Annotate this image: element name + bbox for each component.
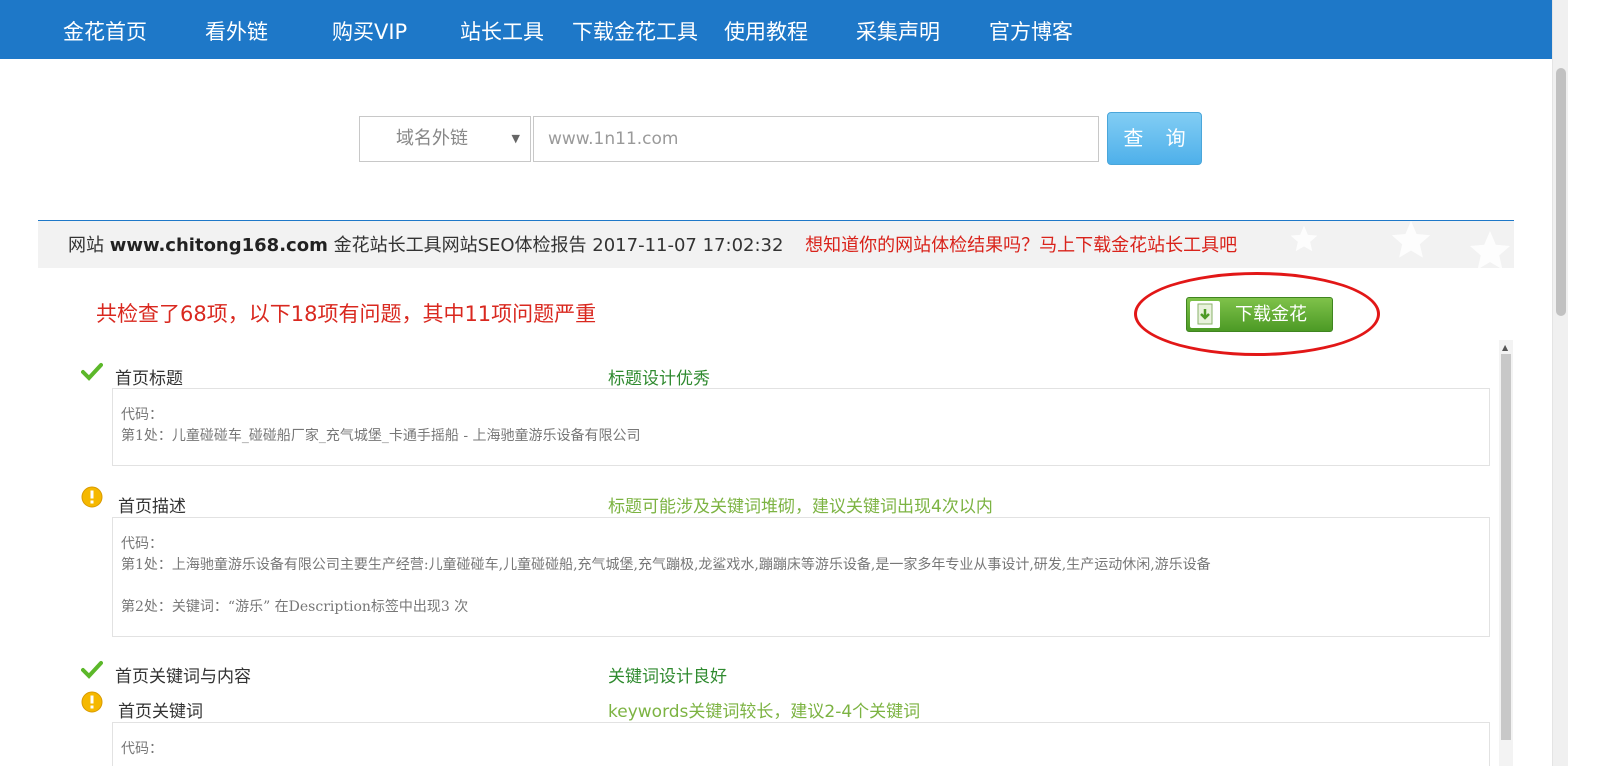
star-decoration-icon (1290, 225, 1318, 252)
item-result: 标题可能涉及关键词堆砌，建议关键词出现4次以内 (608, 497, 993, 517)
page-scrollbar-thumb[interactable] (1556, 68, 1566, 316)
report-prefix: 网站 (68, 235, 104, 256)
report-title-text: 金花站长工具网站SEO体检报告 2017-11-07 17:02:32 (333, 235, 784, 256)
code-line: 代码： (121, 741, 163, 757)
report-domain: www.chitong168.com (109, 235, 328, 256)
warning-icon (81, 486, 103, 508)
nav-item-buy-vip[interactable]: 购买VIP (332, 0, 407, 59)
nav-item-download-tool[interactable]: 下载金花工具 (572, 0, 698, 59)
scroll-up-arrow-icon[interactable]: ▲ (1502, 343, 1508, 352)
nav-item-collection-statement[interactable]: 采集声明 (856, 0, 940, 59)
item-result: keywords关键词较长，建议2-4个关键词 (608, 702, 921, 722)
report-list-scrollbar-thumb[interactable] (1501, 354, 1511, 740)
download-promo-link[interactable]: 想知道你的网站体检结果吗？马上下载金花站长工具吧 (805, 235, 1237, 256)
checkmark-icon (81, 363, 103, 381)
code-line: 第1处：儿童碰碰车_碰碰船厂家_充气城堡_卡通手摇船 - 上海驰童游乐设备有限公… (121, 428, 641, 444)
code-line: 第1处：上海驰童游乐设备有限公司主要生产经营:儿童碰碰车,儿童碰碰船,充气城堡,… (121, 557, 1211, 573)
code-line: 代码： (121, 536, 163, 552)
top-navigation: 金花首页 看外链 购买VIP 站长工具 下载金花工具 使用教程 采集声明 官方博… (0, 0, 1552, 59)
report-title: 网站 www.chitong168.com 金花站长工具网站SEO体检报告 20… (68, 221, 1237, 268)
nav-item-home[interactable]: 金花首页 (63, 0, 147, 59)
domain-search-input[interactable] (533, 116, 1099, 162)
code-box: 代码： 第1处：儿童碰碰车_碰碰船厂家_充气城堡_卡通手摇船 - 上海驰童游乐设… (112, 388, 1490, 466)
issue-summary: 共检查了68项，以下18项有问题，其中11项问题严重 (96, 302, 597, 326)
download-button-label: 下载金花 (1235, 304, 1307, 325)
code-line: 代码： (121, 407, 163, 423)
item-result: 关键词设计良好 (608, 667, 727, 687)
item-name: 首页关键词 (118, 702, 203, 722)
warning-icon (81, 691, 103, 713)
code-box: 代码： (112, 722, 1490, 766)
code-line: 第2处：关键词：“游乐” 在Description标签中出现3 次 (121, 599, 469, 615)
checkmark-icon (81, 661, 103, 679)
nav-item-webmaster-tools[interactable]: 站长工具 (460, 0, 544, 59)
item-name: 首页标题 (115, 369, 183, 389)
search-type-label: 域名外链 (396, 128, 468, 149)
item-result: 标题设计优秀 (608, 369, 710, 389)
star-decoration-icon (1470, 231, 1510, 268)
report-list-scrollbar[interactable]: ▲ (1499, 340, 1513, 766)
download-jinhua-button[interactable]: 下载金花 (1186, 297, 1333, 332)
page-scrollbar[interactable] (1552, 0, 1568, 766)
item-name: 首页描述 (118, 497, 186, 517)
star-decoration-icon (1391, 221, 1431, 258)
query-button[interactable]: 查 询 (1107, 112, 1202, 165)
download-icon (1190, 301, 1220, 328)
item-name: 首页关键词与内容 (115, 667, 251, 687)
search-type-select[interactable]: 域名外链 ▼ (359, 116, 531, 162)
nav-item-tutorial[interactable]: 使用教程 (724, 0, 808, 59)
code-box: 代码： 第1处：上海驰童游乐设备有限公司主要生产经营:儿童碰碰车,儿童碰碰船,充… (112, 517, 1490, 637)
report-header-bar: 网站 www.chitong168.com 金花站长工具网站SEO体检报告 20… (38, 220, 1514, 268)
nav-item-official-blog[interactable]: 官方博客 (989, 0, 1073, 59)
chevron-down-icon: ▼ (511, 132, 520, 145)
nav-item-backlinks[interactable]: 看外链 (205, 0, 268, 59)
